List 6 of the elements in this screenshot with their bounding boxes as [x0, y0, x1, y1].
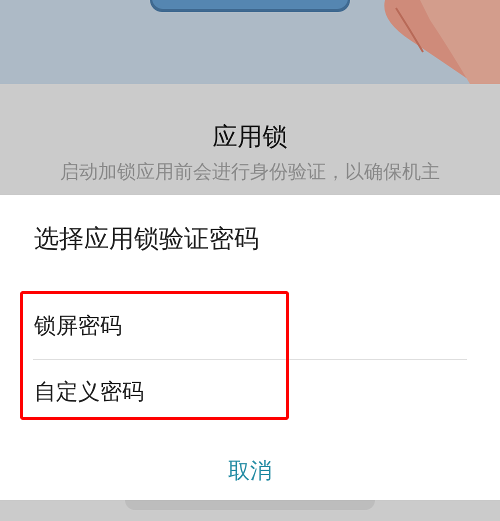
dialog-title: 选择应用锁验证密码 [34, 223, 260, 255]
description-text: 启动加锁应用前会进行身份验证，以确保机主 [60, 160, 440, 184]
option-item[interactable]: 锁屏密码 [0, 295, 500, 359]
cancel-button[interactable]: 取消 [216, 450, 284, 492]
app-lock-title: 应用锁 [212, 122, 288, 152]
option-item[interactable]: 自定义密码 [0, 360, 500, 426]
